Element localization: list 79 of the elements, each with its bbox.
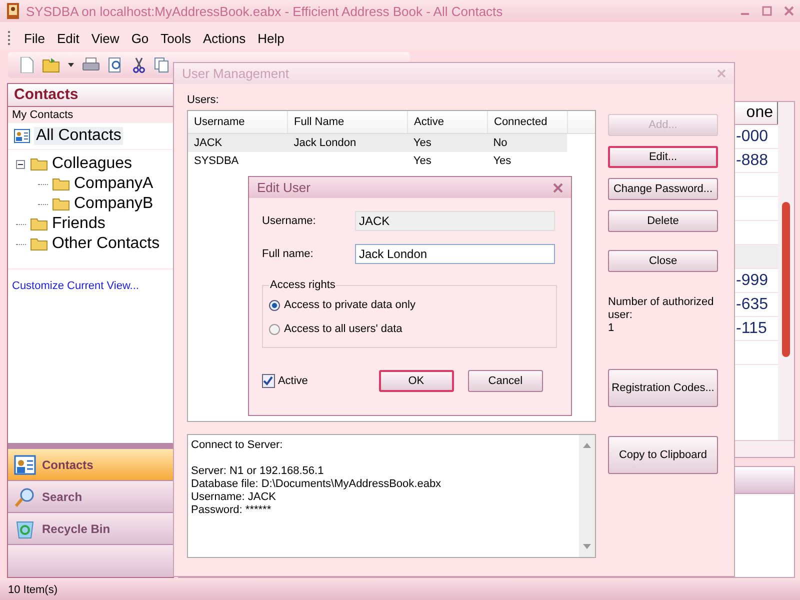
field-label: Username: — [262, 215, 317, 227]
menu-item[interactable]: Help — [258, 30, 284, 46]
table-cell-text: -999 — [736, 271, 768, 291]
contact-card-icon — [14, 129, 30, 143]
dialog-button[interactable]: Delete — [608, 210, 718, 232]
scrollbar[interactable] — [778, 102, 794, 440]
radio-button[interactable] — [269, 300, 280, 310]
table-cell-text: -888 — [736, 151, 768, 171]
close-icon[interactable] — [553, 182, 563, 192]
folder-icon — [52, 197, 70, 211]
scroll-up-icon[interactable] — [583, 443, 591, 448]
group-label: Access rights — [269, 279, 336, 291]
full-name-field[interactable]: Jack London — [355, 244, 555, 264]
table-cell-text: -635 — [736, 295, 768, 315]
dialog-button[interactable]: Change Password... — [608, 178, 718, 200]
menu-item[interactable]: View — [91, 30, 120, 46]
tree-item[interactable]: CompanyB — [72, 195, 156, 213]
scrollbar[interactable] — [579, 435, 595, 557]
new-document-icon[interactable] — [20, 57, 34, 73]
radio-label[interactable]: Access to all users' data — [284, 323, 402, 335]
maximize-icon[interactable] — [762, 6, 772, 16]
contact-card-icon — [14, 454, 36, 474]
tree-item[interactable]: All Contacts — [34, 127, 124, 145]
section-label: My Contacts — [8, 107, 173, 123]
authorized-users-text: Number of authorized user: 1 — [608, 296, 715, 335]
tree-item[interactable]: Other Contacts — [50, 235, 162, 253]
radio-button[interactable] — [269, 324, 280, 334]
folder-icon — [30, 217, 48, 231]
menu-item[interactable]: Actions — [203, 30, 246, 46]
tree-item[interactable]: CompanyA — [72, 175, 156, 193]
users-label: Users: — [187, 94, 220, 108]
column-header[interactable]: Full Name — [288, 111, 408, 133]
dialog-button[interactable]: Cancel — [468, 370, 543, 392]
field-label: Full name: — [262, 248, 314, 260]
dialog-button[interactable]: Close — [608, 250, 718, 272]
folder-icon[interactable] — [42, 57, 60, 73]
menu-item[interactable]: File — [24, 30, 45, 46]
table-row[interactable]: JACK Jack London Yes No — [188, 134, 567, 152]
customize-link[interactable]: Customize Current View... — [8, 270, 173, 302]
dialog-button[interactable]: Edit... — [608, 146, 718, 168]
nav-button[interactable]: Search — [8, 481, 173, 513]
checkbox-label[interactable]: Active — [278, 375, 379, 387]
tree-item[interactable]: Friends — [50, 215, 108, 233]
menu-item[interactable]: Edit — [56, 30, 80, 46]
text-area[interactable]: Connect to Server: Server: N1 or 192.168.56.1 Database file: D:\Documents\MyAddressBook.eabx Username: JACK Password: ****** — [187, 434, 596, 558]
folder-icon — [30, 157, 48, 171]
panel-header: Contacts — [8, 84, 173, 107]
table-row[interactable]: SYSDBA Yes Yes — [188, 152, 567, 170]
dialog-title: User Management — [182, 66, 289, 81]
expander-icon[interactable] — [16, 160, 25, 168]
table-cell-text: -115 — [736, 319, 767, 339]
folder-icon — [30, 237, 48, 251]
checkbox[interactable] — [262, 374, 275, 388]
status-text: 10 Item(s) — [8, 584, 58, 596]
column-header[interactable]: Username — [188, 111, 288, 133]
nav-button[interactable]: Recycle Bin — [8, 513, 173, 545]
close-icon[interactable] — [784, 6, 794, 16]
magnifier-icon — [14, 486, 36, 506]
column-header[interactable]: Connected — [488, 111, 568, 133]
scissors-icon[interactable] — [132, 57, 146, 73]
dialog-button[interactable]: OK — [378, 370, 454, 392]
radio-label[interactable]: Access to private data only — [284, 299, 416, 311]
copy-icon[interactable] — [154, 57, 170, 73]
printer-icon[interactable] — [82, 57, 100, 73]
folder-icon — [52, 177, 70, 191]
menu-item[interactable]: Go — [131, 30, 149, 46]
registration-codes-button[interactable]: Registration Codes... — [608, 369, 718, 407]
dialog-title: Edit User — [257, 180, 310, 195]
column-header[interactable]: Active — [408, 111, 488, 133]
tree-item[interactable]: Colleagues — [50, 155, 134, 173]
book-icon — [6, 3, 20, 19]
recycle-bin-icon — [14, 518, 36, 538]
dropdown-arrow-icon[interactable] — [68, 63, 74, 67]
scroll-down-icon[interactable] — [583, 544, 591, 549]
nav-button[interactable]: Contacts — [8, 449, 173, 481]
table-cell-text: -000 — [736, 127, 768, 147]
copy-button[interactable]: Copy to Clipboard — [608, 436, 718, 474]
menu-item[interactable]: Tools — [160, 30, 192, 46]
window-title: SYSDBA on localhost:MyAddressBook.eabx - Efficient Address Book - All Contacts — [26, 4, 503, 18]
